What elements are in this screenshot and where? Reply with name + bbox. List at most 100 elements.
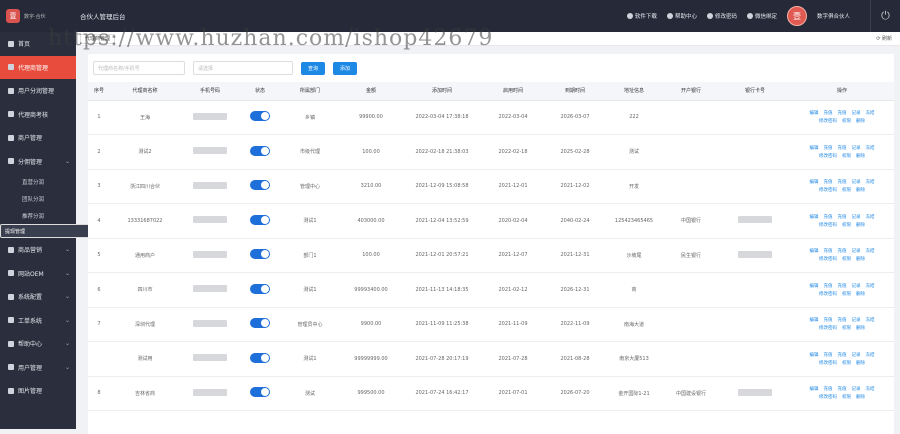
row-action-link[interactable]: 编辑 bbox=[810, 110, 819, 116]
refresh-button[interactable]: ⟳ 刷新 bbox=[876, 35, 892, 42]
sidebar-item[interactable]: 商户管理 bbox=[0, 126, 76, 150]
row-action-link[interactable]: 充值 bbox=[824, 179, 833, 185]
row-action-link[interactable]: 编辑 bbox=[810, 317, 819, 323]
add-button[interactable]: 添加 bbox=[333, 61, 358, 75]
row-action-link[interactable]: 权限 bbox=[842, 187, 851, 193]
software-download-link[interactable]: 软件下载 bbox=[626, 12, 657, 20]
row-action-link[interactable]: 冻结 bbox=[866, 352, 875, 358]
row-action-link[interactable]: 冻结 bbox=[866, 179, 875, 185]
row-action-link[interactable]: 编辑 bbox=[810, 179, 819, 185]
row-action-link[interactable]: 充值 bbox=[824, 110, 833, 116]
row-action-link[interactable]: 冻结 bbox=[866, 110, 875, 116]
row-action-link[interactable]: 记录 bbox=[852, 214, 861, 220]
sidebar-item[interactable]: 图片管理 bbox=[0, 379, 76, 403]
row-action-link[interactable]: 充值 bbox=[838, 110, 847, 116]
row-action-link[interactable]: 记录 bbox=[852, 352, 861, 358]
row-action-link[interactable]: 删除 bbox=[856, 118, 865, 124]
row-action-link[interactable]: 编辑 bbox=[810, 283, 819, 289]
row-action-link[interactable]: 删除 bbox=[856, 222, 865, 228]
sidebar-item[interactable]: 系统配置 ⌄ bbox=[0, 285, 76, 309]
row-action-link[interactable]: 充值 bbox=[824, 248, 833, 254]
sidebar-item[interactable]: 代理商管理 bbox=[0, 55, 76, 79]
sidebar-item[interactable]: 帮助中心 ⌄ bbox=[0, 332, 76, 356]
row-action-link[interactable]: 充值 bbox=[838, 214, 847, 220]
sidebar-item[interactable]: 用户管理 ⌄ bbox=[0, 356, 76, 380]
row-action-link[interactable]: 充值 bbox=[838, 179, 847, 185]
row-action-link[interactable]: 充值 bbox=[824, 145, 833, 151]
row-action-link[interactable]: 冻结 bbox=[866, 145, 875, 151]
row-action-link[interactable]: 冻结 bbox=[866, 317, 875, 323]
row-action-link[interactable]: 权限 bbox=[842, 153, 851, 159]
logout-power-icon[interactable]: ⏻ bbox=[870, 0, 900, 32]
row-action-link[interactable]: 记录 bbox=[852, 179, 861, 185]
row-action-link[interactable]: 冻结 bbox=[866, 214, 875, 220]
status-toggle[interactable] bbox=[250, 214, 270, 225]
row-action-link[interactable]: 记录 bbox=[852, 386, 861, 392]
status-toggle[interactable] bbox=[250, 111, 270, 122]
query-button[interactable]: 查询 bbox=[301, 61, 326, 75]
status-toggle[interactable] bbox=[250, 352, 270, 363]
row-action-link[interactable]: 编辑 bbox=[810, 145, 819, 151]
row-action-link[interactable]: 充值 bbox=[838, 317, 847, 323]
sidebar-item[interactable]: 分佣管理 ⌄ bbox=[0, 150, 76, 174]
row-action-link[interactable]: 编辑 bbox=[810, 214, 819, 220]
status-toggle[interactable] bbox=[250, 180, 270, 191]
row-action-link[interactable]: 权限 bbox=[842, 222, 851, 228]
status-select[interactable]: 请选择 bbox=[193, 61, 293, 75]
row-action-link[interactable]: 删除 bbox=[856, 256, 865, 262]
row-action-link[interactable]: 修改密码 bbox=[819, 394, 837, 400]
row-action-link[interactable]: 记录 bbox=[852, 248, 861, 254]
help-center-link[interactable]: 帮助中心 bbox=[666, 12, 697, 20]
search-input[interactable]: 代理商名称/手机号 bbox=[93, 61, 185, 75]
row-action-link[interactable]: 记录 bbox=[852, 110, 861, 116]
username[interactable]: 数字俱合伙人 bbox=[817, 12, 850, 20]
row-action-link[interactable]: 修改密码 bbox=[819, 256, 837, 262]
status-toggle[interactable] bbox=[250, 318, 270, 329]
row-action-link[interactable]: 充值 bbox=[838, 386, 847, 392]
row-action-link[interactable]: 权限 bbox=[842, 291, 851, 297]
row-action-link[interactable]: 充值 bbox=[838, 248, 847, 254]
row-action-link[interactable]: 充值 bbox=[838, 283, 847, 289]
row-action-link[interactable]: 充值 bbox=[824, 317, 833, 323]
row-action-link[interactable]: 记录 bbox=[852, 145, 861, 151]
row-action-link[interactable]: 修改密码 bbox=[819, 222, 837, 228]
status-toggle[interactable] bbox=[250, 283, 270, 294]
row-action-link[interactable]: 修改密码 bbox=[819, 187, 837, 193]
row-action-link[interactable]: 记录 bbox=[852, 317, 861, 323]
sidebar-item[interactable]: 商品营销 ⌄ bbox=[0, 238, 76, 262]
row-action-link[interactable]: 权限 bbox=[842, 360, 851, 366]
row-action-link[interactable]: 记录 bbox=[852, 283, 861, 289]
row-action-link[interactable]: 删除 bbox=[856, 187, 865, 193]
row-action-link[interactable]: 权限 bbox=[842, 394, 851, 400]
row-action-link[interactable]: 删除 bbox=[856, 360, 865, 366]
status-toggle[interactable] bbox=[250, 249, 270, 260]
row-action-link[interactable]: 权限 bbox=[842, 118, 851, 124]
row-action-link[interactable]: 冻结 bbox=[866, 283, 875, 289]
row-action-link[interactable]: 编辑 bbox=[810, 248, 819, 254]
row-action-link[interactable]: 修改密码 bbox=[819, 325, 837, 331]
sidebar-subitem[interactable]: 直营分润 bbox=[0, 173, 76, 190]
sidebar-item[interactable]: 网站OEM ⌄ bbox=[0, 262, 76, 286]
row-action-link[interactable]: 删除 bbox=[856, 394, 865, 400]
wechat-bind-link[interactable]: 微信绑定 bbox=[746, 12, 777, 20]
row-action-link[interactable]: 充值 bbox=[824, 283, 833, 289]
status-toggle[interactable] bbox=[250, 145, 270, 156]
row-action-link[interactable]: 删除 bbox=[856, 291, 865, 297]
row-action-link[interactable]: 编辑 bbox=[810, 352, 819, 358]
sidebar-item[interactable]: 代理商考核 bbox=[0, 103, 76, 127]
row-action-link[interactable]: 充值 bbox=[824, 352, 833, 358]
avatar[interactable]: 壹 bbox=[786, 6, 807, 26]
row-action-link[interactable]: 充值 bbox=[824, 386, 833, 392]
row-action-link[interactable]: 修改密码 bbox=[819, 291, 837, 297]
row-action-link[interactable]: 删除 bbox=[856, 153, 865, 159]
row-action-link[interactable]: 冻结 bbox=[866, 386, 875, 392]
row-action-link[interactable]: 充值 bbox=[838, 145, 847, 151]
row-action-link[interactable]: 冻结 bbox=[866, 248, 875, 254]
change-password-link[interactable]: 修改密码 bbox=[706, 12, 737, 20]
sidebar-item[interactable]: 工单系统 ⌄ bbox=[0, 309, 76, 333]
sidebar-item[interactable]: 用户分润管理 bbox=[0, 79, 76, 103]
row-action-link[interactable]: 充值 bbox=[838, 352, 847, 358]
sidebar-subitem[interactable]: 团队分润 bbox=[0, 190, 76, 207]
row-action-link[interactable]: 权限 bbox=[842, 256, 851, 262]
row-action-link[interactable]: 修改密码 bbox=[819, 118, 837, 124]
